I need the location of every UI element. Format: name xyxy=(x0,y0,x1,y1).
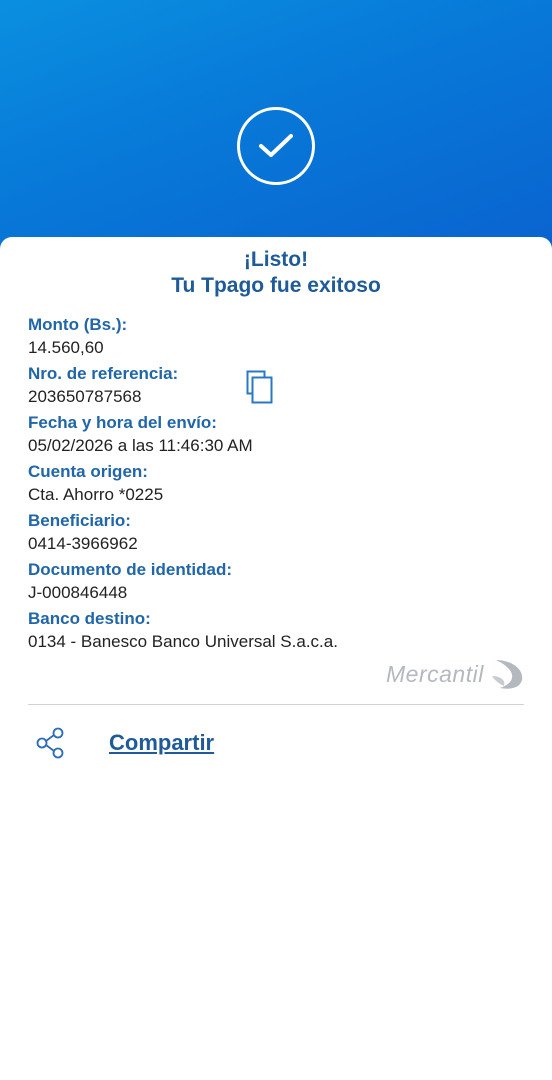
brand-name: Mercantil xyxy=(386,661,484,687)
beneficiary-value: 0414-3966962 xyxy=(28,534,138,553)
beneficiary-label: Beneficiario: xyxy=(28,511,131,530)
check-circle-icon xyxy=(237,107,315,185)
id-document-value: J-000846448 xyxy=(28,583,128,602)
share-icon[interactable] xyxy=(34,727,66,759)
source-account-label: Cuenta origen: xyxy=(28,462,148,481)
reference-label: Nro. de referencia: xyxy=(28,364,179,383)
destination-bank-value: 0134 - Banesco Banco Universal S.a.c.a. xyxy=(28,632,338,651)
id-document-label: Documento de identidad: xyxy=(28,560,232,579)
amount-value: 14.560,60 xyxy=(28,338,104,357)
amount-label: Monto (Bs.): xyxy=(28,315,128,334)
header-banner xyxy=(0,0,552,262)
brand-logo: Mercantil xyxy=(386,656,526,692)
receipt-card: ¡Listo! Tu Tpago fue exitoso Monto (Bs.)… xyxy=(0,237,552,1080)
copy-icon[interactable] xyxy=(246,370,276,404)
success-title: ¡Listo! xyxy=(243,248,309,271)
reference-value: 203650787568 xyxy=(28,387,142,406)
source-account-value: Cta. Ahorro *0225 xyxy=(28,485,164,504)
success-subtitle: Tu Tpago fue exitoso xyxy=(171,274,381,297)
datetime-value: 05/02/2026 a las 11:46:30 AM xyxy=(28,436,253,455)
destination-bank-label: Banco destino: xyxy=(28,609,151,628)
share-button[interactable]: Compartir xyxy=(109,730,214,756)
mercantil-wing-icon xyxy=(492,660,523,689)
divider xyxy=(28,704,524,705)
datetime-label: Fecha y hora del envío: xyxy=(28,413,217,432)
